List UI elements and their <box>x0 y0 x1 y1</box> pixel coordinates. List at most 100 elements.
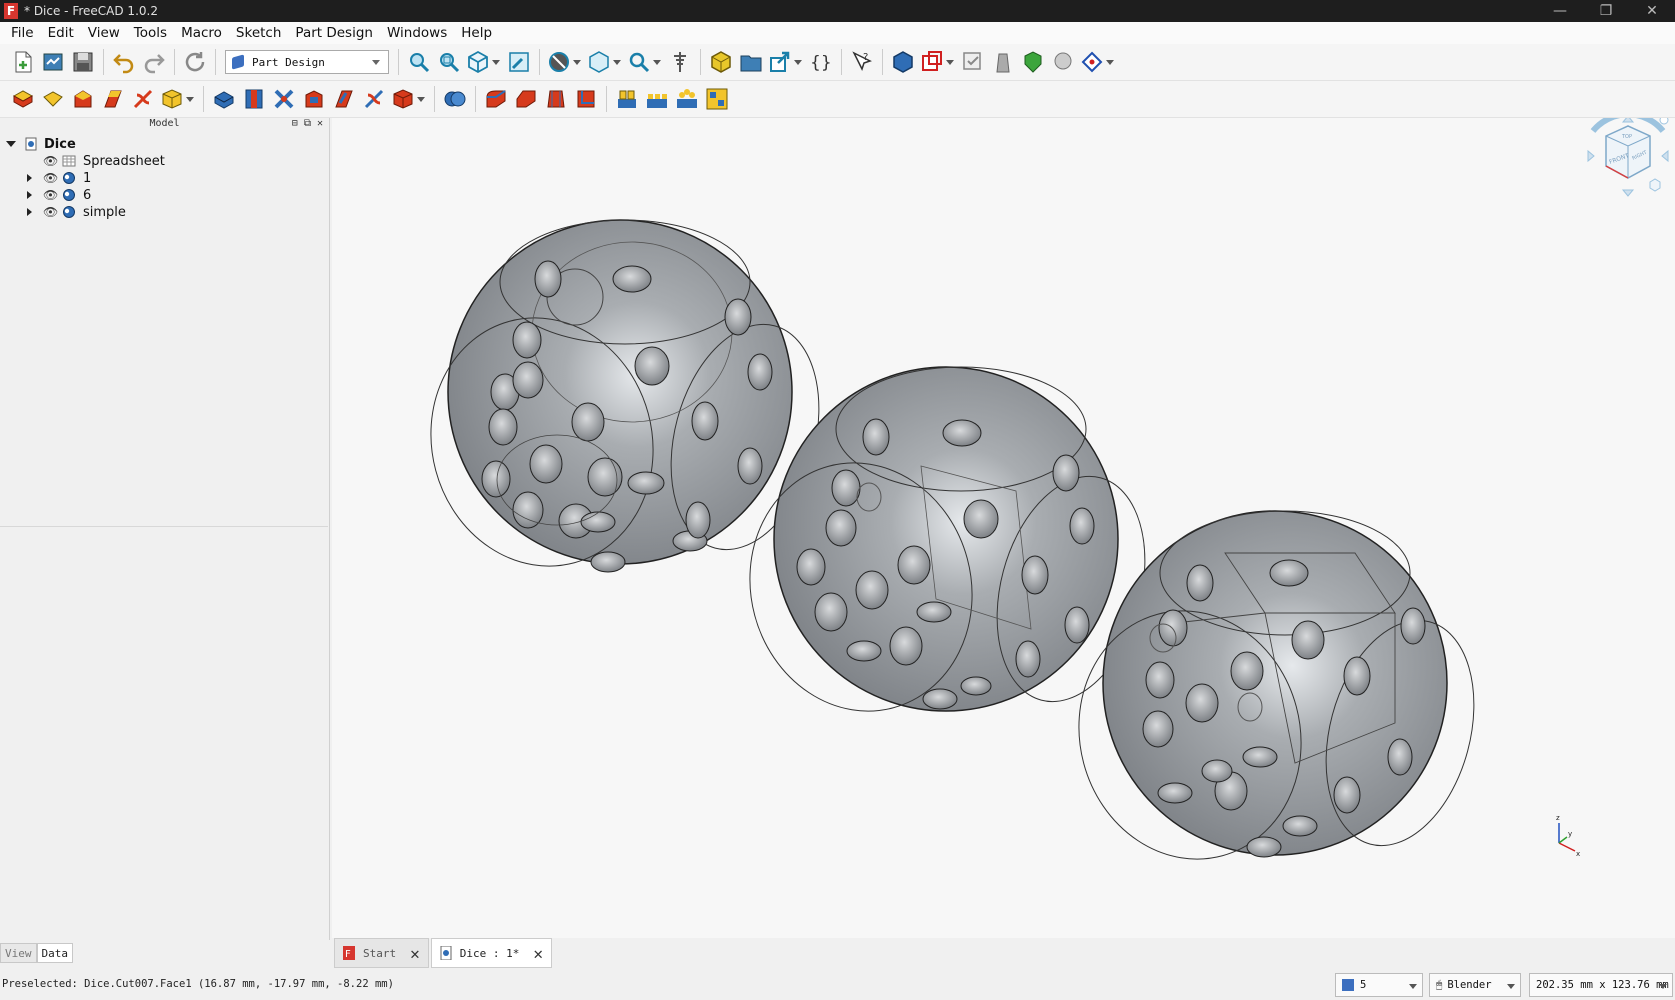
menu-macro[interactable]: Macro <box>174 25 229 41</box>
bounding-box-button[interactable] <box>506 49 532 75</box>
menu-file[interactable]: File <box>4 25 41 41</box>
visibility-eye-icon[interactable]: 👁 <box>43 205 58 219</box>
subtractive-primitive-dropdown[interactable] <box>391 86 427 112</box>
3d-viewport[interactable]: FRONT TOP RIGHT z x y <box>332 118 1675 938</box>
validate-sketch-button[interactable] <box>960 49 986 75</box>
hole-button[interactable] <box>241 86 267 112</box>
revolution-button[interactable] <box>40 86 66 112</box>
navigation-style-selector[interactable]: 🖱 Blender <box>1429 973 1521 997</box>
tree-item-dice[interactable]: Dice <box>0 135 330 153</box>
groove-icon <box>274 89 294 109</box>
maximize-button[interactable]: ❐ <box>1583 0 1629 22</box>
close-tab-icon[interactable]: ✕ <box>533 944 543 963</box>
clone-button[interactable] <box>1050 49 1076 75</box>
additive-primitive-dropdown[interactable] <box>160 86 196 112</box>
menu-part-design[interactable]: Part Design <box>288 25 380 41</box>
shape-binder-button[interactable] <box>990 49 1016 75</box>
menu-help[interactable]: Help <box>454 25 499 41</box>
die-3[interactable] <box>1051 510 1497 884</box>
redo-button[interactable] <box>141 49 167 75</box>
close-button[interactable]: ✕ <box>1629 0 1675 22</box>
minimize-button[interactable]: — <box>1537 0 1583 22</box>
float-panel-icon[interactable]: ⧉ <box>304 118 311 129</box>
navigation-cube[interactable]: FRONT TOP RIGHT <box>1587 118 1669 197</box>
close-tab-icon[interactable]: ✕ <box>410 944 420 963</box>
pad-icon <box>12 90 34 108</box>
create-sketch-dropdown[interactable] <box>920 49 956 75</box>
property-view <box>0 526 328 946</box>
macro-button[interactable]: {} <box>808 49 834 75</box>
visibility-eye-icon[interactable]: 👁 <box>43 154 58 168</box>
sub-shape-binder-button[interactable] <box>1020 49 1046 75</box>
subtractive-loft-button[interactable] <box>301 86 327 112</box>
helix-icon <box>133 89 153 109</box>
body-icon <box>893 51 913 73</box>
save-button[interactable] <box>70 49 96 75</box>
thickness-button[interactable] <box>573 86 599 112</box>
chamfer-button[interactable] <box>513 86 539 112</box>
close-panel-icon[interactable]: ✕ <box>317 118 323 129</box>
tree-item-simple[interactable]: 👁 simple <box>0 203 330 221</box>
link-dropdown[interactable] <box>768 49 804 75</box>
menu-tools[interactable]: Tools <box>127 25 174 41</box>
dimension-selector[interactable]: 202.35 mm x 123.76 mm <box>1529 973 1673 997</box>
whats-this-button[interactable]: ? <box>849 49 875 75</box>
draw-style-dropdown[interactable] <box>547 49 583 75</box>
datum-dropdown[interactable] <box>1080 49 1116 75</box>
boolean-button[interactable] <box>442 86 468 112</box>
additive-pipe-button[interactable] <box>100 86 126 112</box>
menu-view[interactable]: View <box>81 25 127 41</box>
undo-button[interactable] <box>111 49 137 75</box>
create-group-button[interactable] <box>738 49 764 75</box>
fit-all-button[interactable] <box>406 49 432 75</box>
measure-dropdown[interactable] <box>627 49 663 75</box>
linear-pattern-button[interactable] <box>644 86 670 112</box>
tab-start[interactable]: F Start ✕ <box>334 938 429 968</box>
pocket-icon <box>214 91 234 109</box>
create-part-button[interactable] <box>708 49 734 75</box>
subtractive-pipe-button[interactable] <box>331 86 357 112</box>
fit-selection-button[interactable] <box>436 49 462 75</box>
navcube-top-face[interactable]: TOP <box>1621 134 1632 140</box>
refresh-button[interactable] <box>182 49 208 75</box>
fillet-button[interactable] <box>483 86 509 112</box>
open-document-button[interactable] <box>40 49 66 75</box>
tree-item-spreadsheet[interactable]: 👁 Spreadsheet <box>0 152 330 170</box>
box-selection-dropdown[interactable] <box>587 49 623 75</box>
toolbar-separator <box>398 49 399 75</box>
tree-item-6[interactable]: 👁 6 <box>0 186 330 204</box>
expand-arrow-icon[interactable] <box>6 141 16 147</box>
multi-transform-button[interactable] <box>704 86 730 112</box>
subtractive-helix-button[interactable] <box>361 86 387 112</box>
additive-helix-button[interactable] <box>130 86 156 112</box>
expand-arrow-icon[interactable] <box>27 191 32 199</box>
tab-dice-document[interactable]: Dice : 1* ✕ <box>430 938 553 968</box>
tree-item-1[interactable]: 👁 1 <box>0 169 330 187</box>
menu-sketch[interactable]: Sketch <box>229 25 288 41</box>
pad-button[interactable] <box>10 86 36 112</box>
tab-view[interactable]: View <box>0 943 37 963</box>
groove-button[interactable] <box>271 86 297 112</box>
visibility-eye-icon[interactable]: 👁 <box>43 171 58 185</box>
tab-data[interactable]: Data <box>36 943 73 963</box>
new-document-button[interactable] <box>10 49 36 75</box>
draw-style-selector[interactable]: 5 <box>1335 973 1423 997</box>
menu-windows[interactable]: Windows <box>380 25 454 41</box>
menu-edit[interactable]: Edit <box>41 25 81 41</box>
draft-button[interactable] <box>543 86 569 112</box>
scene-canvas[interactable]: FRONT TOP RIGHT z x y <box>332 118 1675 938</box>
std-views-dropdown[interactable] <box>466 49 502 75</box>
create-body-button[interactable] <box>890 49 916 75</box>
refresh-icon <box>185 52 205 72</box>
measure-distance-button[interactable] <box>667 49 693 75</box>
expand-arrow-icon[interactable] <box>27 174 32 182</box>
workbench-selector[interactable]: Part Design <box>225 50 389 74</box>
chevron-down-icon <box>1409 984 1417 989</box>
mirrored-button[interactable] <box>614 86 640 112</box>
polar-pattern-button[interactable] <box>674 86 700 112</box>
visibility-eye-icon[interactable]: 👁 <box>43 188 58 202</box>
pocket-button[interactable] <box>211 86 237 112</box>
collapse-panel-icon[interactable]: ⊟ <box>292 118 298 129</box>
expand-arrow-icon[interactable] <box>27 208 32 216</box>
additive-loft-button[interactable] <box>70 86 96 112</box>
